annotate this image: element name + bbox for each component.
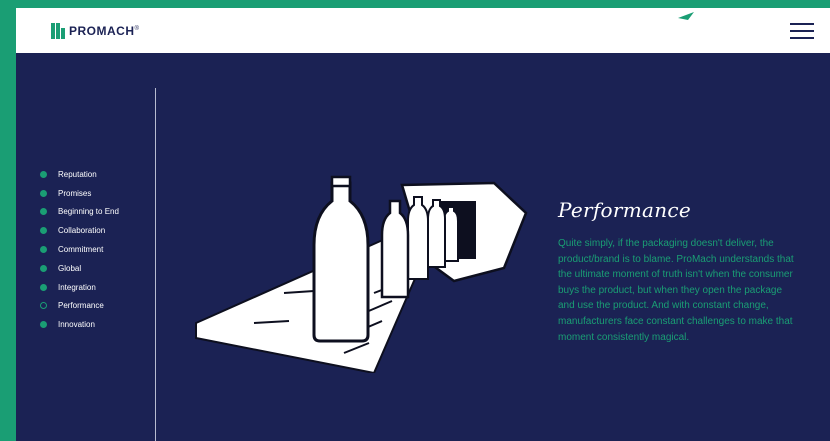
nav-dot-icon bbox=[40, 208, 47, 216]
nav-item-collaboration[interactable]: Collaboration bbox=[40, 221, 150, 240]
nav-item-label: Reputation bbox=[58, 169, 97, 179]
section-title: Performance bbox=[558, 198, 692, 222]
nav-item-label: Global bbox=[58, 263, 82, 273]
page-frame: PROMACH® Reputation Promises Beginning t… bbox=[16, 8, 830, 441]
nav-dot-icon bbox=[40, 283, 47, 291]
nav-dot-icon bbox=[40, 189, 47, 197]
nav-item-commitment[interactable]: Commitment bbox=[40, 240, 150, 259]
nav-dot-icon bbox=[40, 170, 47, 178]
nav-dot-active-icon bbox=[40, 302, 47, 310]
brush-stroke-decoration bbox=[662, 8, 712, 36]
nav-dot-icon bbox=[40, 227, 47, 235]
nav-item-innovation[interactable]: Innovation bbox=[40, 315, 150, 334]
nav-item-integration[interactable]: Integration bbox=[40, 278, 150, 297]
nav-item-beginning-to-end[interactable]: Beginning to End bbox=[40, 203, 150, 222]
section-nav: Reputation Promises Beginning to End Col… bbox=[40, 165, 150, 334]
bottles-conveyor-sketch bbox=[195, 175, 528, 375]
bottles-conveyor-illustration bbox=[194, 173, 534, 378]
section-body-text: Quite simply, if the packaging doesn't d… bbox=[558, 238, 794, 343]
logo-text: PROMACH® bbox=[69, 24, 140, 38]
nav-dot-icon bbox=[40, 246, 47, 254]
hamburger-menu-icon[interactable] bbox=[790, 22, 814, 40]
nav-divider bbox=[155, 88, 156, 441]
nav-item-performance[interactable]: Performance bbox=[40, 297, 150, 316]
nav-item-label: Beginning to End bbox=[58, 207, 119, 217]
nav-item-label: Integration bbox=[58, 282, 96, 292]
nav-item-label: Innovation bbox=[58, 320, 95, 330]
nav-dot-icon bbox=[40, 264, 47, 272]
nav-dot-icon bbox=[40, 321, 47, 329]
nav-item-label: Performance bbox=[58, 301, 104, 311]
nav-item-label: Commitment bbox=[58, 245, 104, 255]
nav-item-label: Promises bbox=[58, 188, 92, 198]
nav-item-promises[interactable]: Promises bbox=[40, 184, 150, 203]
logo-bars-icon bbox=[51, 23, 65, 39]
nav-item-global[interactable]: Global bbox=[40, 259, 150, 278]
nav-item-reputation[interactable]: Reputation bbox=[40, 165, 150, 184]
nav-item-label: Collaboration bbox=[58, 226, 106, 236]
promach-logo[interactable]: PROMACH® bbox=[51, 22, 139, 40]
